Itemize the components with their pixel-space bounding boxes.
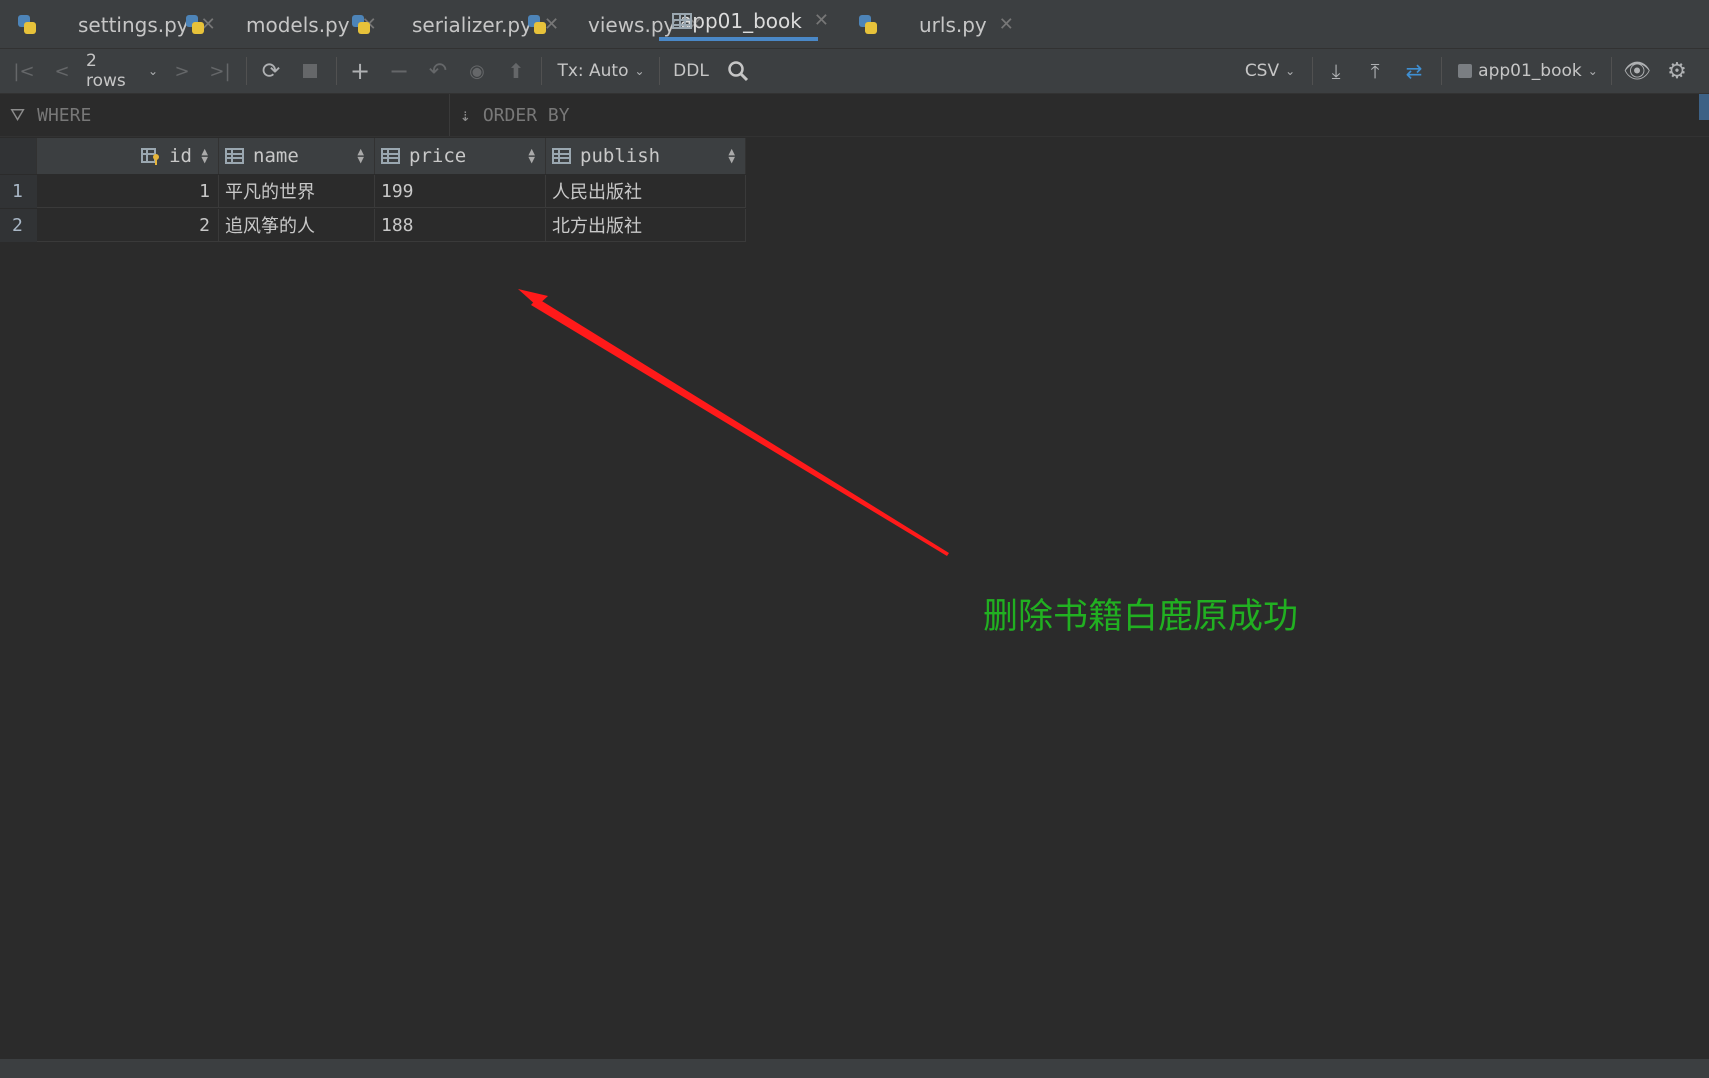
status-bar: [0, 1059, 1709, 1078]
annotation-text: 删除书籍白鹿原成功: [983, 597, 1299, 637]
annotation-arrow: [518, 289, 949, 556]
